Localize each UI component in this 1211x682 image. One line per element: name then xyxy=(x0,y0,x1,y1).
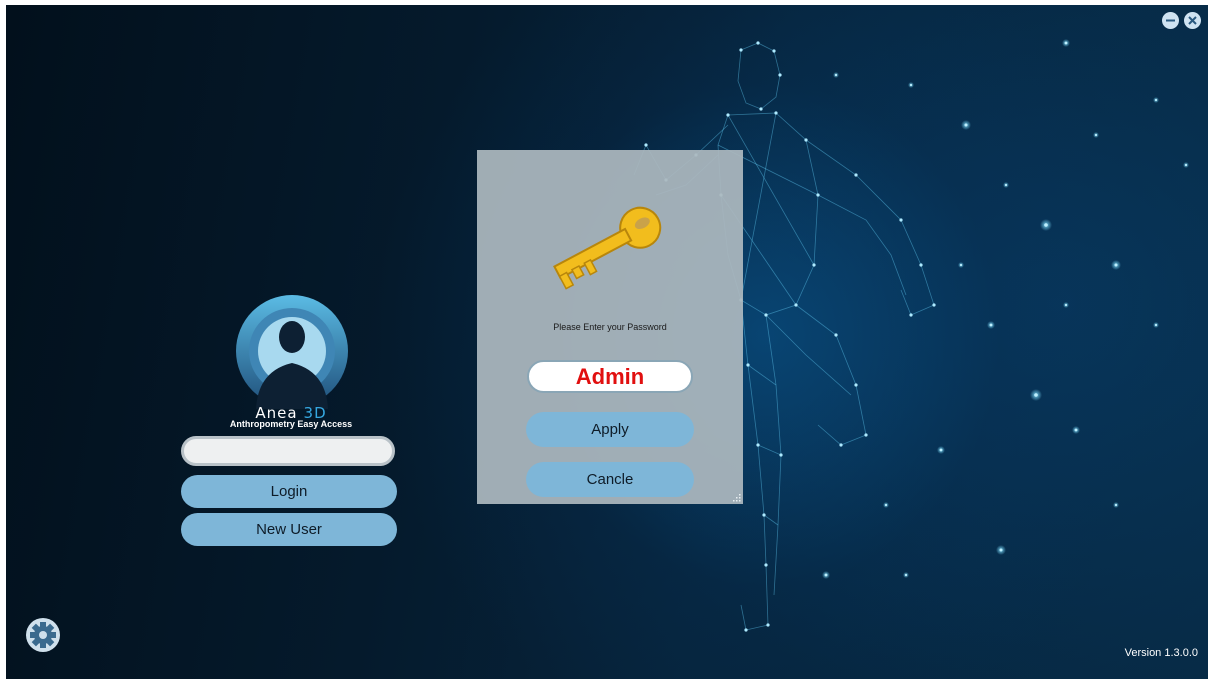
password-input[interactable]: Admin xyxy=(527,360,693,393)
login-button[interactable]: Login xyxy=(181,475,397,508)
close-icon xyxy=(1188,16,1197,25)
key-icon xyxy=(553,206,662,290)
new-user-button[interactable]: New User xyxy=(181,513,397,546)
minimize-button[interactable] xyxy=(1162,12,1179,29)
username-input[interactable] xyxy=(181,436,395,466)
settings-button[interactable] xyxy=(26,618,60,652)
password-dialog: Please Enter your Password Admin Apply C… xyxy=(477,150,743,504)
cancel-button[interactable]: Cancle xyxy=(526,462,694,497)
window-controls xyxy=(1162,12,1201,29)
resize-grip-icon[interactable] xyxy=(733,494,741,502)
close-button[interactable] xyxy=(1184,12,1201,29)
gear-icon xyxy=(30,622,56,648)
password-prompt: Please Enter your Password xyxy=(553,322,667,332)
user-silhouette-icon xyxy=(236,295,348,409)
app-window: Anea 3D Anthropometry Easy Access Login N… xyxy=(6,5,1208,679)
app-tagline: Anthropometry Easy Access xyxy=(229,419,353,429)
version-label: Version 1.3.0.0 xyxy=(1124,647,1198,659)
apply-button[interactable]: Apply xyxy=(526,412,694,447)
minimize-icon xyxy=(1166,19,1175,22)
app-logo xyxy=(234,293,350,409)
